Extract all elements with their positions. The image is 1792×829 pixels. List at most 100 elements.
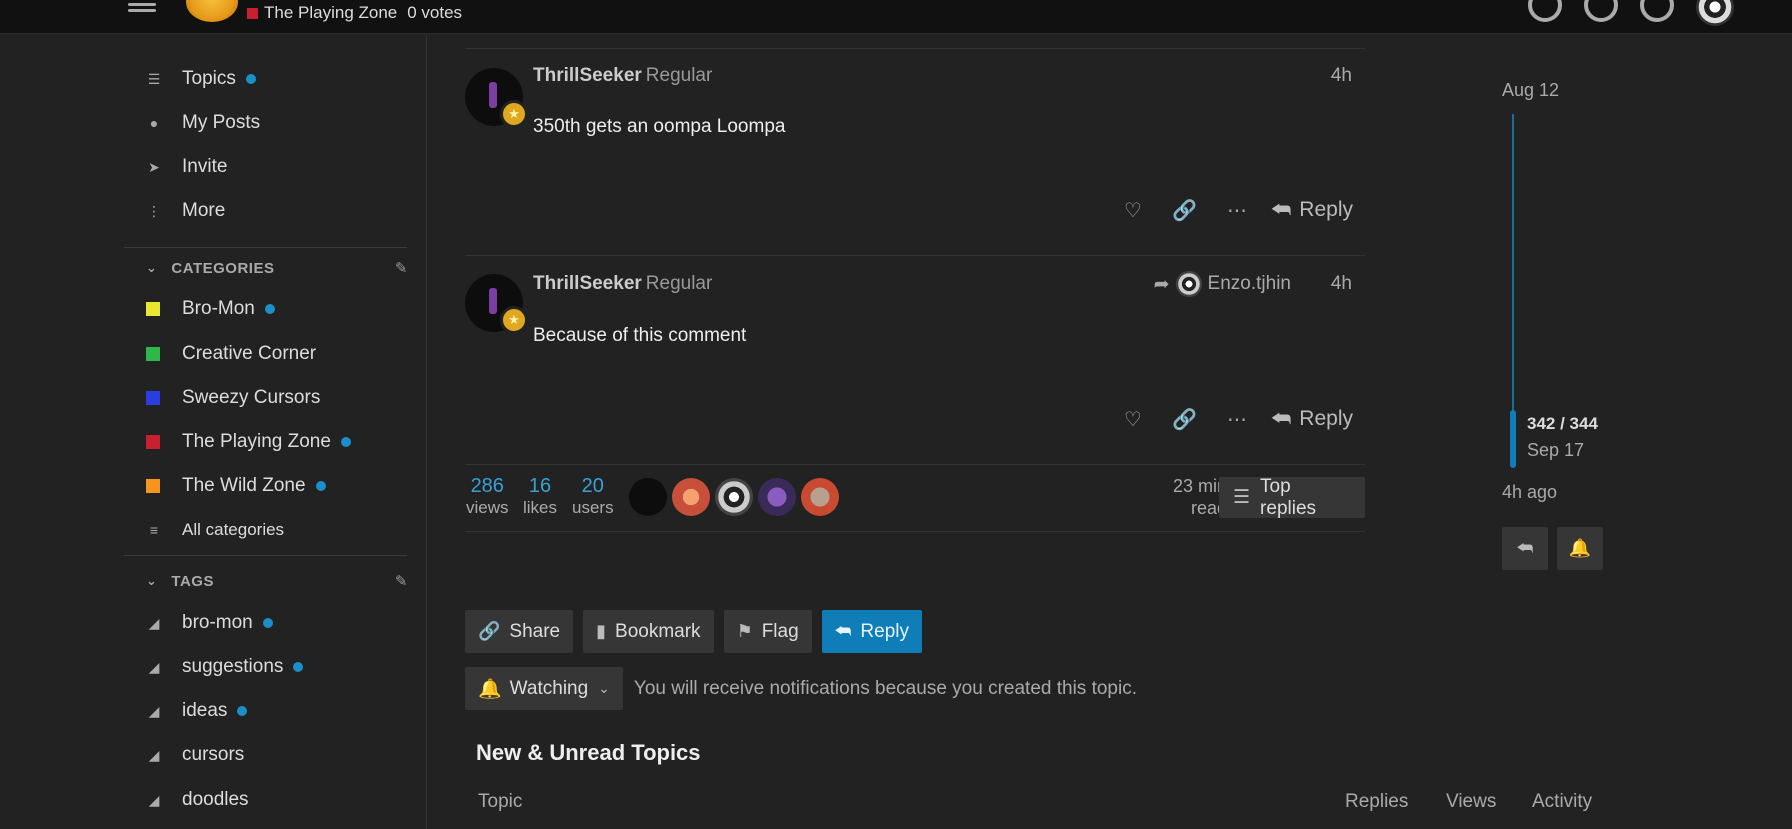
reply-to-tab[interactable]: ➦ Enzo.tjhin [1154,271,1291,297]
likes-stat[interactable]: 16 likes [523,475,557,518]
participant-avatar[interactable] [801,478,839,516]
participant-avatar[interactable] [715,478,753,516]
timeline-scrollarea[interactable] [1512,114,1514,434]
post-username[interactable]: ThrillSeeker [533,273,642,294]
post-date[interactable]: 4h [1331,273,1352,295]
flag-button[interactable]: ⚑ Flag [723,610,812,653]
header-category-link[interactable]: The Playing Zone [264,3,397,23]
sidebar-category-sweezy-cursors[interactable]: Sweezy Cursors [146,383,320,413]
read-time-value: 23 min [1172,476,1227,496]
avatar-figure [489,82,497,108]
column-header-topic[interactable]: Topic [478,791,522,813]
category-label: Creative Corner [182,343,317,364]
reply-label: Reply [860,620,909,642]
sidebar-category-bro-mon[interactable]: Bro-Mon [146,294,275,324]
sidebar-item-invite[interactable]: ➤ Invite [146,152,227,182]
top-replies-button[interactable]: ☰ Top replies [1219,476,1365,519]
like-icon[interactable]: ♡ [1107,192,1159,228]
post-author[interactable]: ThrillSeeker Regular [533,65,712,87]
tag-label: suggestions [182,656,284,677]
category-label: The Wild Zone [182,475,306,496]
tag-label: cursors [182,744,245,765]
post-avatar[interactable]: ★ [465,68,528,128]
column-header-views[interactable]: Views [1446,791,1496,813]
topic-timeline: Aug 12 342 / 344 Sep 17 4h ago ⮪ 🔔 [1502,80,1702,600]
sidebar-all-categories[interactable]: ≡ All categories [146,515,284,545]
all-categories-label: All categories [182,520,285,539]
sidebar-category-the-wild-zone[interactable]: The Wild Zone [146,471,326,501]
pencil-icon[interactable]: ✎ [395,259,408,277]
tag-icon: ◢ [148,658,160,675]
sidebar-tag-ideas[interactable]: ◢ ideas [146,696,248,726]
users-stat[interactable]: 20 users [572,475,614,518]
notification-reason: You will receive notifications because y… [633,677,1137,699]
bell-icon: 🔔 [478,678,502,700]
chevron-down-icon: ⌄ [146,260,158,275]
sidebar-item-topics[interactable]: ☰ Topics [146,64,256,94]
chevron-down-icon: ⌄ [146,573,158,588]
users-count: 20 [581,475,604,497]
post-divider [465,48,1365,49]
sidebar-item-my-posts[interactable]: ● My Posts [146,108,260,138]
pencil-icon[interactable]: ✎ [395,572,408,590]
participant-avatar[interactable] [629,478,667,516]
unread-dot [340,437,351,447]
share-arrow-icon: ➦ [1153,273,1170,295]
category-label: The Playing Zone [182,431,331,452]
timeline-last-activity[interactable]: 4h ago [1502,482,1557,503]
flag-icon: ⚑ [736,621,753,641]
categories-section-header[interactable]: ⌄ CATEGORIES ✎ [146,256,408,280]
tag-icon: ◢ [148,614,160,631]
participant-avatar[interactable] [672,478,710,516]
sidebar-divider [124,247,407,248]
like-icon[interactable]: ♡ [1107,401,1159,437]
more-actions-icon[interactable]: ⋯ [1211,192,1263,228]
hamburger-icon[interactable] [128,0,156,12]
tag-icon: ◢ [148,791,160,808]
post-actions: ♡ 🔗 ⋯ ⮪ Reply [1107,401,1353,437]
sidebar-tag-cursors[interactable]: ◢ cursors [146,740,245,770]
post-avatar[interactable]: ★ [465,274,528,334]
sidebar-tag-doodles[interactable]: ◢ doodles [146,785,249,815]
search-icon[interactable] [1584,0,1618,22]
sidebar-category-the-playing-zone[interactable]: The Playing Zone [146,427,351,457]
column-header-replies[interactable]: Replies [1345,791,1408,813]
column-header-activity[interactable]: Activity [1532,791,1592,813]
timeline-position: 342 / 344 [1527,414,1598,433]
timeline-start-date[interactable]: Aug 12 [1502,80,1559,101]
unread-dot [237,706,248,716]
unread-dot [315,481,326,491]
post-reply-button[interactable]: ⮪ Reply [1271,197,1353,223]
sidebar-tag-bro-mon[interactable]: ◢ bro-mon [146,608,273,638]
site-logo[interactable] [186,0,238,22]
bookmark-button[interactable]: ▮ Bookmark [583,610,714,653]
category-color-icon [146,391,160,405]
half-circle-icon[interactable] [1528,0,1562,22]
avatar-figure [489,288,497,314]
post-date[interactable]: 4h [1331,65,1352,87]
share-button[interactable]: 🔗 Share [465,610,574,653]
bell-icon[interactable]: 🔔 [1557,527,1603,570]
reply-button[interactable]: ⮪ Reply [821,610,922,653]
tag-icon: ◢ [148,702,160,719]
sidebar-item-more[interactable]: ⋮ More [146,196,225,226]
sidebar-tag-suggestions[interactable]: ◢ suggestions [146,652,304,682]
more-actions-icon[interactable]: ⋯ [1211,401,1263,437]
notification-level-dropdown[interactable]: 🔔 Watching ⌄ [465,667,623,710]
post-username[interactable]: ThrillSeeker [533,65,642,86]
post-author[interactable]: ThrillSeeker Regular [533,273,712,295]
chat-icon[interactable] [1640,0,1674,22]
timeline-handle[interactable] [1510,410,1516,468]
post-reply-button[interactable]: ⮪ Reply [1271,406,1353,432]
user-avatar[interactable] [1696,0,1734,26]
category-color-icon [146,347,160,361]
tag-label: ideas [182,700,228,721]
tags-section-header[interactable]: ⌄ TAGS ✎ [146,569,408,593]
participant-avatar[interactable] [758,478,796,516]
link-icon[interactable]: 🔗 [1159,192,1211,228]
reply-icon[interactable]: ⮪ [1502,527,1548,570]
timeline-current-date: Sep 17 [1527,440,1585,460]
link-icon[interactable]: 🔗 [1159,401,1211,437]
sidebar-category-creative-corner[interactable]: Creative Corner [146,339,316,369]
sidebar-item-label: Topics [182,68,236,89]
